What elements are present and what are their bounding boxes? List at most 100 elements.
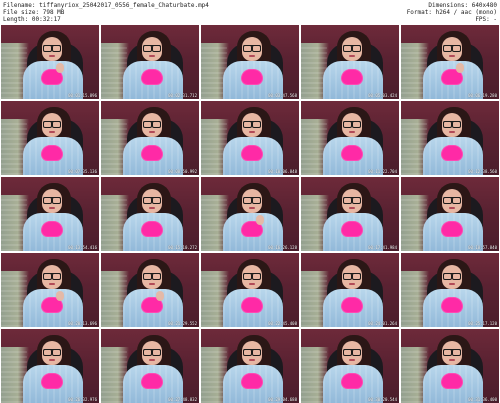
file-size: File size: 798 MB	[3, 9, 65, 16]
hand	[456, 63, 464, 73]
timestamp: 00:08:50.992	[168, 169, 197, 174]
timestamp: 00:26:32.976	[68, 397, 97, 402]
glasses	[343, 197, 361, 204]
meta-right: Dimensions: 640x480 Format: h264 / aac (…	[407, 2, 497, 23]
glasses	[443, 349, 461, 356]
thumbnail: 00:17:41.984	[301, 177, 399, 251]
glasses	[43, 121, 61, 128]
lips	[149, 359, 155, 361]
thumbnail: 00:27:48.832	[101, 329, 199, 403]
thumbnail: 00:07:35.136	[1, 101, 99, 175]
thumbnail: 00:06:19.280	[401, 25, 499, 99]
lips	[349, 359, 355, 361]
timestamp: 00:24:01.264	[368, 321, 397, 326]
fps: FPS: -	[475, 16, 497, 23]
glasses	[343, 45, 361, 52]
glasses	[443, 121, 461, 128]
timestamp: 00:20:13.696	[68, 321, 97, 326]
lips	[149, 207, 155, 209]
timestamp: 00:25:17.120	[468, 321, 497, 326]
lips	[49, 131, 55, 133]
thumbnail: 00:01:15.896	[1, 25, 99, 99]
glasses	[343, 121, 361, 128]
lips	[249, 55, 255, 57]
lips	[349, 55, 355, 57]
glasses	[143, 273, 161, 280]
lips	[349, 283, 355, 285]
timestamp: 00:13:54.416	[68, 245, 97, 250]
thumbnail: 00:02:31.712	[101, 25, 199, 99]
timestamp: 00:03:47.568	[268, 93, 297, 98]
glasses	[243, 197, 261, 204]
lips	[49, 359, 55, 361]
lips	[149, 55, 155, 57]
lips	[49, 283, 55, 285]
thumbnail: 00:16:26.128	[201, 177, 299, 251]
timestamp: 00:12:38.560	[468, 169, 497, 174]
thumbnail: 00:13:54.416	[1, 177, 99, 251]
timestamp: 00:18:57.840	[468, 245, 497, 250]
thumbnail-grid: 00:01:15.896 00:02:31.712 00:03:47.568 00:0…	[1, 25, 499, 403]
thumbnail: 00:03:47.568	[201, 25, 299, 99]
glasses	[243, 121, 261, 128]
lips	[349, 207, 355, 209]
timestamp: 00:05:03.424	[368, 93, 397, 98]
timestamp: 00:10:06.848	[268, 169, 297, 174]
glasses	[443, 197, 461, 204]
lips	[249, 131, 255, 133]
thumbnail: 00:10:06.848	[201, 101, 299, 175]
lips	[149, 283, 155, 285]
lips	[49, 55, 55, 57]
glasses	[43, 197, 61, 204]
lips	[249, 207, 255, 209]
timestamp: 00:31:36.400	[468, 397, 497, 402]
timestamp: 00:01:15.896	[68, 93, 97, 98]
thumbnail: 00:05:03.424	[301, 25, 399, 99]
glasses	[143, 121, 161, 128]
thumbnail: 00:29:04.688	[201, 329, 299, 403]
glasses	[43, 273, 61, 280]
hand	[56, 63, 64, 73]
thumbnail: 00:21:29.552	[101, 253, 199, 327]
hand	[256, 215, 264, 225]
thumbnail: 00:18:57.840	[401, 177, 499, 251]
glasses	[143, 197, 161, 204]
glasses	[443, 273, 461, 280]
thumbnail: 00:24:01.264	[301, 253, 399, 327]
header: Filename: tiffanyriox_25042017_0556_fema…	[3, 2, 497, 23]
glasses	[243, 273, 261, 280]
glasses	[343, 349, 361, 356]
lips	[49, 207, 55, 209]
timestamp: 00:16:26.128	[268, 245, 297, 250]
thumbnail: 00:26:32.976	[1, 329, 99, 403]
lips	[449, 283, 455, 285]
timestamp: 00:17:41.984	[368, 245, 397, 250]
timestamp: 00:22:45.408	[268, 321, 297, 326]
thumbnail: 00:20:13.696	[1, 253, 99, 327]
timestamp: 00:02:31.712	[168, 93, 197, 98]
lips	[249, 359, 255, 361]
lips	[349, 131, 355, 133]
glasses	[243, 349, 261, 356]
timestamp: 00:06:19.280	[468, 93, 497, 98]
thumbnail: 00:11:22.704	[301, 101, 399, 175]
thumbnail: 00:31:36.400	[401, 329, 499, 403]
timestamp: 00:30:20.544	[368, 397, 397, 402]
length: Length: 00:32:17	[3, 16, 61, 23]
glasses	[443, 45, 461, 52]
glasses	[143, 349, 161, 356]
glasses	[243, 45, 261, 52]
filename: Filename: tiffanyriox_25042017_0556_fema…	[3, 2, 209, 9]
glasses	[343, 273, 361, 280]
lips	[249, 283, 255, 285]
thumbnail: 00:15:10.272	[101, 177, 199, 251]
timestamp: 00:27:48.832	[168, 397, 197, 402]
glasses	[43, 349, 61, 356]
timestamp: 00:29:04.688	[268, 397, 297, 402]
thumbnail: 00:12:38.560	[401, 101, 499, 175]
hand	[56, 291, 64, 301]
lips	[449, 131, 455, 133]
thumbnail: 00:25:17.120	[401, 253, 499, 327]
glasses	[43, 45, 61, 52]
timestamp: 00:07:35.136	[68, 169, 97, 174]
